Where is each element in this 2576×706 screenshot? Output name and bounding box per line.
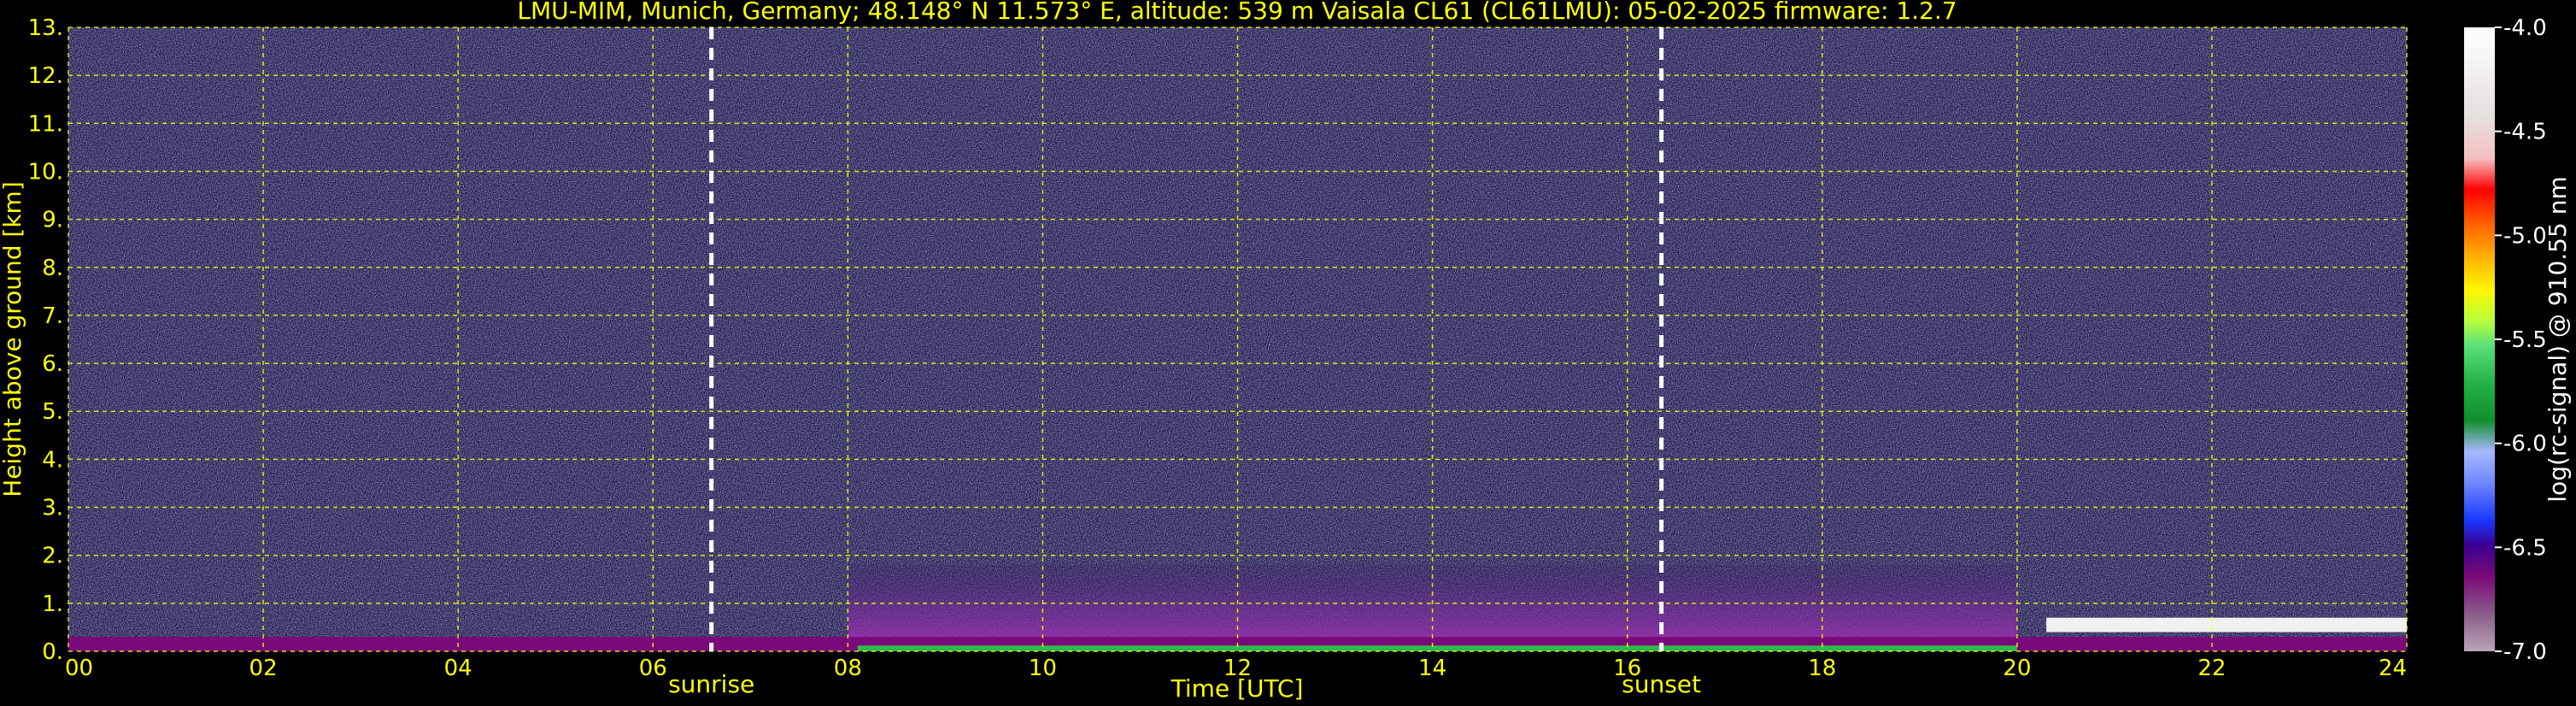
y-tick-label: 4. [42, 447, 63, 473]
x-tick-label: 08 [834, 656, 862, 681]
y-tick-label: 8. [42, 256, 63, 281]
colorbar-tick-label: -4.0 [2503, 15, 2547, 41]
y-tick-label: 11. [28, 111, 63, 137]
x-tick-label: 14 [1418, 656, 1446, 681]
cloud-layer [2046, 617, 2407, 632]
x-axis-label: Time [UTC] [1171, 674, 1304, 703]
x-tick-label: 18 [1808, 656, 1836, 681]
y-tick-labels: 0. 1. 2. 3. 4. 5. 6. 7. 8. 9. 10. 11. 12. 13. [28, 15, 63, 665]
x-tick-label: 02 [249, 656, 278, 681]
y-tick-label: 10. [28, 159, 63, 185]
y-tick-label: 9. [42, 208, 63, 233]
y-tick-label: 6. [42, 351, 63, 377]
x-tick-label: 04 [444, 656, 472, 681]
y-tick-label: 12. [28, 63, 63, 89]
y-tick-label: 0. [42, 639, 63, 665]
colorbar-tick-label: -6.0 [2503, 432, 2547, 457]
x-tick-label: 10 [1029, 656, 1057, 681]
y-axis-label: Height above ground [km] [0, 181, 26, 497]
y-tick-label: 2. [42, 544, 63, 569]
x-tick-label: 24 [2379, 656, 2407, 681]
colorbar-tick-label: -7.0 [2503, 639, 2547, 665]
chart-title: LMU-MIM, Munich, Germany; 48.148° N 11.5… [517, 0, 1957, 25]
x-tick-label: 22 [2198, 656, 2226, 681]
plot-area: sunrise sunset [67, 26, 2408, 698]
x-tick-label: 06 [639, 656, 667, 681]
colorbar-tick-label: -5.5 [2503, 327, 2547, 353]
colorbar-tick-label: -6.5 [2503, 535, 2547, 561]
y-tick-label: 13. [28, 15, 63, 41]
x-tick-label: 00 [65, 656, 93, 681]
x-tick-label: 20 [2003, 656, 2031, 681]
y-tick-label: 1. [42, 591, 63, 617]
x-tick-label: 16 [1613, 656, 1641, 681]
colorbar: -4.0 -4.5 -5.0 -5.5 -6.0 -6.5 -7.0 log(rc-sign… [2464, 15, 2572, 665]
colorbar-gradient [2464, 27, 2495, 651]
y-tick-label: 7. [42, 303, 63, 329]
y-tick-label: 3. [42, 496, 63, 521]
y-tick-label: 5. [42, 399, 63, 425]
colorbar-tick-label: -5.0 [2503, 223, 2547, 249]
surface-layer-core [857, 645, 2017, 651]
ceilometer-chart: sunrise sunset 0. 1. 2. 3. 4. 5. 6. 7. 8. 9. 10. 11.… [0, 0, 2572, 703]
colorbar-label: log(rc-signal) @ 910.55 nm [2544, 176, 2572, 502]
colorbar-tick-labels: -4.0 -4.5 -5.0 -5.5 -6.0 -6.5 -7.0 [2495, 15, 2547, 665]
sunrise-label: sunrise [668, 670, 754, 698]
colorbar-tick-label: -4.5 [2503, 120, 2547, 145]
